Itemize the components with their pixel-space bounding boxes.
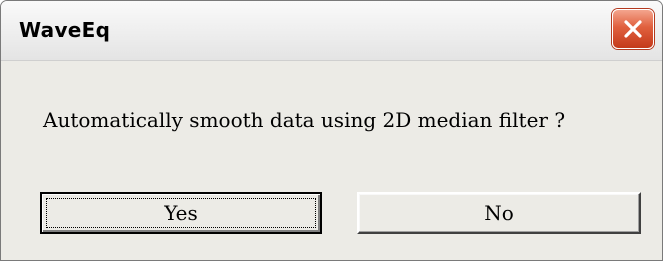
window-title: WaveEq — [19, 18, 111, 42]
dialog-body: Automatically smooth data using 2D media… — [1, 61, 662, 260]
no-button-label: No — [484, 201, 514, 225]
title-bar[interactable]: WaveEq — [1, 1, 662, 61]
yes-button-label: Yes — [164, 201, 198, 225]
no-button[interactable]: No — [357, 192, 641, 234]
dialog-message: Automatically smooth data using 2D media… — [43, 108, 566, 132]
close-x-icon — [624, 20, 642, 38]
yes-button[interactable]: Yes — [40, 192, 322, 234]
dialog-window: WaveEq Automatically smooth data using 2… — [0, 0, 663, 261]
close-button[interactable] — [612, 9, 654, 49]
